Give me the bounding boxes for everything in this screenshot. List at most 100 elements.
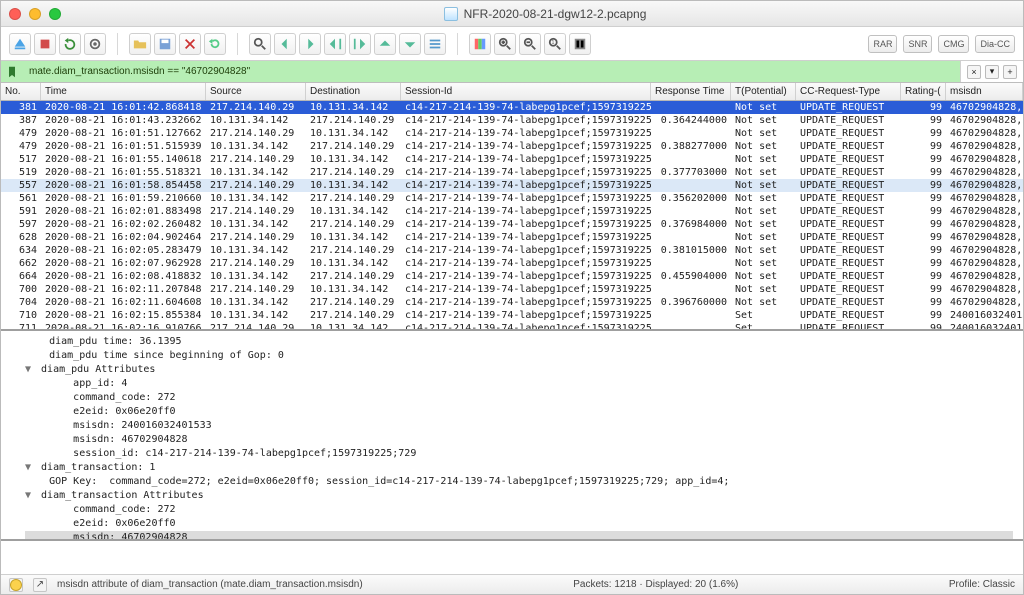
status-field: msisdn attribute of diam_transaction (ma… (57, 579, 363, 590)
detail-text: diam_pdu time since beginning of Gop: 0 (49, 350, 284, 361)
col-rating[interactable]: Rating-( (901, 83, 946, 100)
go-last-button[interactable] (349, 33, 371, 55)
restart-capture-button[interactable] (59, 33, 81, 55)
detail-line[interactable] (25, 336, 49, 347)
detail-text: e2eid: 0x06e20ff0 (73, 518, 175, 529)
window-titlebar: NFR-2020-08-21-dgw12-2.pcapng (1, 1, 1023, 27)
detail-text: e2eid: 0x06e20ff0 (73, 406, 175, 417)
window-controls (9, 8, 61, 20)
reload-button[interactable] (204, 33, 226, 55)
packet-row[interactable]: 5572020-08-21 16:01:58.854458217.214.140… (1, 179, 1023, 192)
expand-button[interactable]: ↗ (33, 578, 47, 592)
close-window-button[interactable] (9, 8, 21, 20)
packet-row[interactable]: 5172020-08-21 16:01:55.140618217.214.140… (1, 153, 1023, 166)
packet-row[interactable]: 6642020-08-21 16:02:08.41883210.131.34.1… (1, 270, 1023, 283)
go-next-button[interactable] (299, 33, 321, 55)
packet-row[interactable]: 3872020-08-21 16:01:43.23266210.131.34.1… (1, 114, 1023, 127)
filter-plus-button[interactable]: + (1003, 65, 1017, 79)
packet-row[interactable]: 6622020-08-21 16:02:07.962928217.214.140… (1, 257, 1023, 270)
packet-details-pane[interactable]: diam_pdu time: 36.1395 diam_pdu time sin… (1, 331, 1023, 541)
col-msisdn[interactable]: msisdn (946, 83, 1023, 100)
svg-text:1: 1 (552, 40, 555, 46)
col-tpotential[interactable]: T(Potential) (731, 83, 796, 100)
display-filter-bar: × ▾ + (1, 61, 1023, 83)
expert-info-button[interactable] (9, 578, 23, 592)
expert-info-icon (10, 579, 22, 591)
zoom-out-button[interactable] (519, 33, 541, 55)
packet-list-pane[interactable]: 3812020-08-21 16:01:42.868418217.214.140… (1, 101, 1023, 331)
capture-options-button[interactable] (84, 33, 106, 55)
save-file-button[interactable] (154, 33, 176, 55)
status-packets: Packets: 1218 · Displayed: 20 (1.6%) (573, 579, 738, 590)
detail-text: command_code: 272 (73, 392, 175, 403)
status-bar: ↗ msisdn attribute of diam_transaction (… (1, 574, 1023, 594)
col-destination[interactable]: Destination (306, 83, 401, 100)
col-source[interactable]: Source (206, 83, 306, 100)
bookmark-filter-icon[interactable] (1, 61, 23, 82)
filter-bookmark-button[interactable]: ▾ (985, 65, 999, 79)
open-file-button[interactable] (129, 33, 151, 55)
tree-toggle[interactable]: ▼ (25, 461, 35, 475)
go-up-button[interactable] (374, 33, 396, 55)
tree-toggle[interactable]: ▼ (25, 363, 35, 377)
go-down-button[interactable] (399, 33, 421, 55)
detail-text: app_id: 4 (73, 378, 127, 389)
zoom-in-button[interactable] (494, 33, 516, 55)
stop-capture-button[interactable] (34, 33, 56, 55)
detail-text: msisdn: 46702904828 (73, 434, 187, 445)
detail-text: diam_pdu Attributes (41, 364, 155, 375)
packet-row[interactable]: 6342020-08-21 16:02:05.28347910.131.34.1… (1, 244, 1023, 257)
packet-row[interactable]: 7102020-08-21 16:02:15.85538410.131.34.1… (1, 309, 1023, 322)
detail-text: diam_pdu time: 36.1395 (49, 336, 181, 347)
detail-msisdn-highlight[interactable]: msisdn: 46702904828 (73, 532, 187, 541)
packet-row[interactable]: 5192020-08-21 16:01:55.51832110.131.34.1… (1, 166, 1023, 179)
packet-row[interactable]: 3812020-08-21 16:01:42.868418217.214.140… (1, 101, 1023, 114)
packet-column-headers: No. Time Source Destination Session-Id R… (1, 83, 1023, 101)
detail-text: command_code: 272 (73, 504, 175, 515)
toolbar-right: RAR SNR CMG Dia-CC (868, 35, 1015, 53)
filter-tools: × ▾ + (960, 61, 1023, 82)
col-time[interactable]: Time (41, 83, 206, 100)
panel-btn-cmg[interactable]: CMG (938, 35, 969, 53)
minimize-window-button[interactable] (29, 8, 41, 20)
panel-btn-snr[interactable]: SNR (903, 35, 932, 53)
panel-btn-diacc[interactable]: Dia-CC (975, 35, 1015, 53)
main-toolbar: 1 RAR SNR CMG Dia-CC (1, 27, 1023, 61)
colorize-button[interactable] (469, 33, 491, 55)
detail-text: GOP Key: command_code=272; e2eid=0x06e20… (49, 476, 729, 487)
packet-row[interactable]: 5972020-08-21 16:02:02.26048210.131.34.1… (1, 218, 1023, 231)
packet-row[interactable]: 4792020-08-21 16:01:51.51593910.131.34.1… (1, 140, 1023, 153)
file-icon (444, 7, 458, 21)
packet-row[interactable]: 4792020-08-21 16:01:51.127662217.214.140… (1, 127, 1023, 140)
window-title-text: NFR-2020-08-21-dgw12-2.pcapng (464, 7, 647, 21)
detail-text: session_id: c14-217-214-139-74-labepg1pc… (73, 448, 416, 459)
packet-row[interactable]: 5612020-08-21 16:01:59.21066010.131.34.1… (1, 192, 1023, 205)
packet-row[interactable]: 7002020-08-21 16:02:11.207848217.214.140… (1, 283, 1023, 296)
detail-text: diam_transaction: 1 (41, 462, 155, 473)
packet-row[interactable]: 7042020-08-21 16:02:11.60460810.131.34.1… (1, 296, 1023, 309)
zoom-reset-button[interactable]: 1 (544, 33, 566, 55)
filter-clear-button[interactable]: × (967, 65, 981, 79)
col-ccrequest[interactable]: CC-Request-Type (796, 83, 901, 100)
packet-row[interactable]: 5912020-08-21 16:02:01.883498217.214.140… (1, 205, 1023, 218)
find-button[interactable] (249, 33, 271, 55)
tree-toggle[interactable]: ▼ (25, 489, 35, 503)
packet-row[interactable]: 7112020-08-21 16:02:16.910766217.214.140… (1, 322, 1023, 331)
detail-text: msisdn: 240016032401533 (73, 420, 211, 431)
packet-row[interactable]: 6282020-08-21 16:02:04.902464217.214.140… (1, 231, 1023, 244)
col-session-id[interactable]: Session-Id (401, 83, 651, 100)
go-first-button[interactable] (324, 33, 346, 55)
display-filter-input[interactable] (23, 61, 960, 82)
resize-columns-button[interactable] (569, 33, 591, 55)
start-capture-button[interactable] (9, 33, 31, 55)
close-file-button[interactable] (179, 33, 201, 55)
go-prev-button[interactable] (274, 33, 296, 55)
col-response[interactable]: Response Time (651, 83, 731, 100)
status-profile[interactable]: Profile: Classic (949, 579, 1015, 590)
detail-text: diam_transaction Attributes (41, 490, 204, 501)
panel-btn-rar[interactable]: RAR (868, 35, 897, 53)
col-no[interactable]: No. (1, 83, 41, 100)
auto-scroll-button[interactable] (424, 33, 446, 55)
zoom-window-button[interactable] (49, 8, 61, 20)
window-title: NFR-2020-08-21-dgw12-2.pcapng (75, 7, 1015, 21)
